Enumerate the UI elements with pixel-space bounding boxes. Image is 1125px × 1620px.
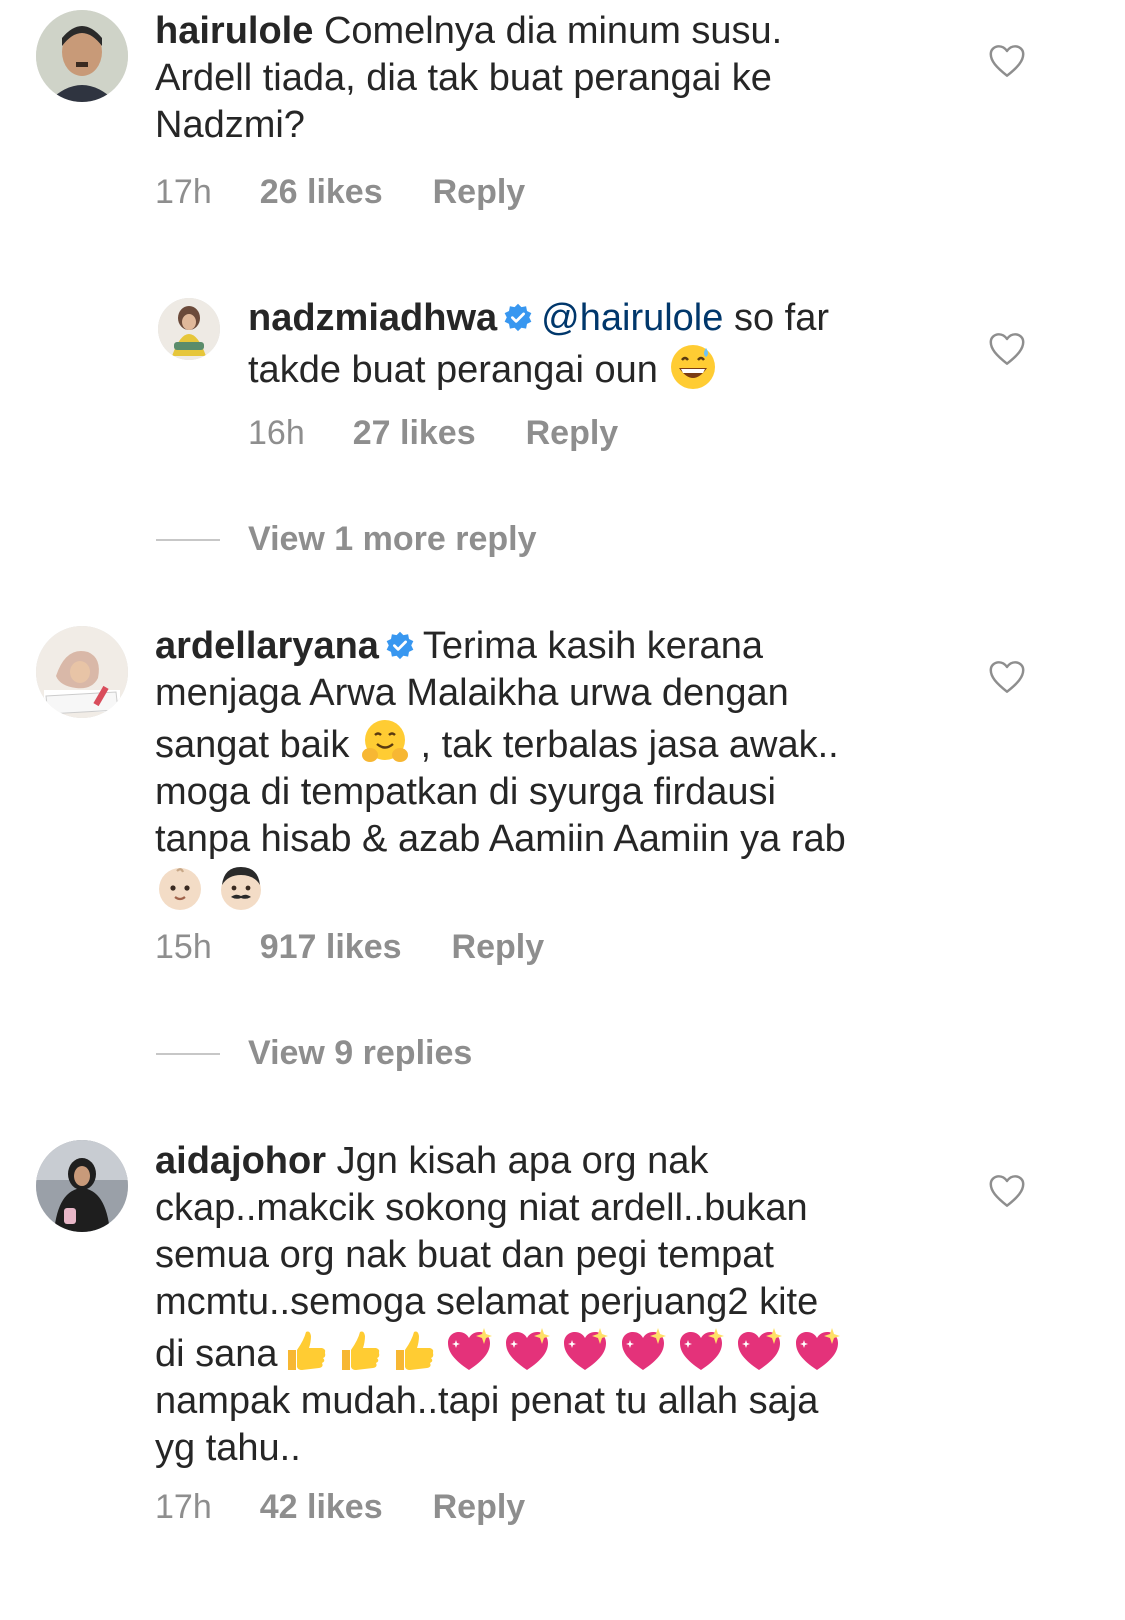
view-more-replies-button[interactable]: View 1 more reply: [248, 519, 537, 559]
comment-meta: 17h 26 likes Reply: [155, 172, 525, 212]
comment-text: Terima kasih kerana: [422, 625, 763, 667]
timestamp: 17h: [155, 173, 212, 211]
sparkling-heart-emoji: [672, 1326, 730, 1376]
timestamp: 17h: [155, 1488, 212, 1526]
username[interactable]: aidajohor: [155, 1140, 326, 1182]
comment-text: nampak mudah..tapi penat tu allah saja: [155, 1380, 819, 1422]
verified-badge-icon: [385, 631, 415, 661]
comment-text: Nadzmi?: [155, 104, 305, 146]
avatar[interactable]: [36, 626, 128, 718]
comment-text: Ardell tiada, dia tak buat perangai ke: [155, 57, 772, 99]
verified-badge-icon: [503, 303, 533, 333]
comment-meta: 16h 27 likes Reply: [248, 413, 618, 453]
comment-text: yg tahu..: [155, 1427, 301, 1469]
view-replies-button[interactable]: View 9 replies: [248, 1033, 472, 1073]
sparkling-heart-emoji: [614, 1326, 672, 1376]
avatar[interactable]: [36, 10, 128, 102]
comment-text: menjaga Arwa Malaikha urwa dengan: [155, 672, 789, 714]
baby-emoji: [155, 863, 205, 913]
username[interactable]: hairulole: [155, 10, 313, 52]
username[interactable]: nadzmiadhwa: [248, 297, 497, 339]
comment-meta: 15h 917 likes Reply: [155, 927, 544, 967]
sparkling-heart-emoji: [556, 1326, 614, 1376]
comment-text: Jgn kisah apa org nak: [336, 1140, 709, 1182]
comment-body: nadzmiadhwa @hairulole so far takde buat …: [248, 295, 1008, 394]
grinning-face-with-sweat-emoji: [668, 342, 718, 392]
comment-text: moga di tempatkan di syurga firdausi: [155, 771, 776, 813]
comment-text: ckap..makcik sokong niat ardell..bukan: [155, 1187, 808, 1229]
heart-icon[interactable]: [988, 332, 1026, 366]
comment-body: hairulole Comelnya dia minum susu. Ardel…: [155, 8, 1005, 149]
thumbs-up-emoji: [278, 1326, 332, 1376]
sparkling-heart-emoji: [498, 1326, 556, 1376]
comment-text: so far: [733, 297, 829, 339]
reply-button[interactable]: Reply: [433, 172, 526, 212]
likes-count[interactable]: 42 likes: [260, 1487, 383, 1527]
comment-text: Comelnya dia minum susu.: [323, 10, 783, 52]
view-replies-divider: [156, 1053, 220, 1055]
likes-count[interactable]: 26 likes: [260, 172, 383, 212]
likes-count[interactable]: 27 likes: [353, 413, 476, 453]
reply-button[interactable]: Reply: [433, 1487, 526, 1527]
view-replies-divider: [156, 539, 220, 541]
reply-button[interactable]: Reply: [526, 413, 619, 453]
man-with-mustache-emoji: [216, 863, 266, 913]
thumbs-up-emoji: [332, 1326, 386, 1376]
likes-count[interactable]: 917 likes: [260, 927, 402, 967]
sparkling-heart-emoji: [788, 1326, 846, 1376]
thumbs-up-emoji: [386, 1326, 440, 1376]
avatar[interactable]: [36, 1140, 128, 1232]
avatar[interactable]: [158, 298, 220, 360]
heart-icon[interactable]: [988, 44, 1026, 78]
comment-text: sangat baik: [155, 724, 350, 766]
comment-text: semua org nak buat dan pegi tempat: [155, 1234, 774, 1276]
comment-text: mcmtu..semoga selamat perjuang2 kite: [155, 1281, 819, 1323]
comment-meta: 17h 42 likes Reply: [155, 1487, 525, 1527]
heart-icon[interactable]: [988, 1174, 1026, 1208]
sparkling-heart-emoji: [730, 1326, 788, 1376]
heart-icon[interactable]: [988, 660, 1026, 694]
timestamp: 16h: [248, 414, 305, 452]
hugging-face-emoji: [360, 717, 410, 767]
comment-text: di sana: [155, 1333, 278, 1375]
comment-text: takde buat perangai oun: [248, 349, 658, 391]
timestamp: 15h: [155, 928, 212, 966]
mention-link[interactable]: @hairulole: [541, 297, 723, 339]
comment-text: , tak terbalas jasa awak..: [420, 724, 839, 766]
comment-body: aidajohor Jgn kisah apa org nak ckap..ma…: [155, 1138, 1015, 1472]
username[interactable]: ardellaryana: [155, 625, 379, 667]
sparkling-heart-emoji: [440, 1326, 498, 1376]
comment-text: tanpa hisab & azab Aamiin Aamiin ya rab: [155, 818, 846, 860]
comment-body: ardellaryana Terima kasih kerana menjaga …: [155, 623, 1015, 915]
reply-button[interactable]: Reply: [452, 927, 545, 967]
